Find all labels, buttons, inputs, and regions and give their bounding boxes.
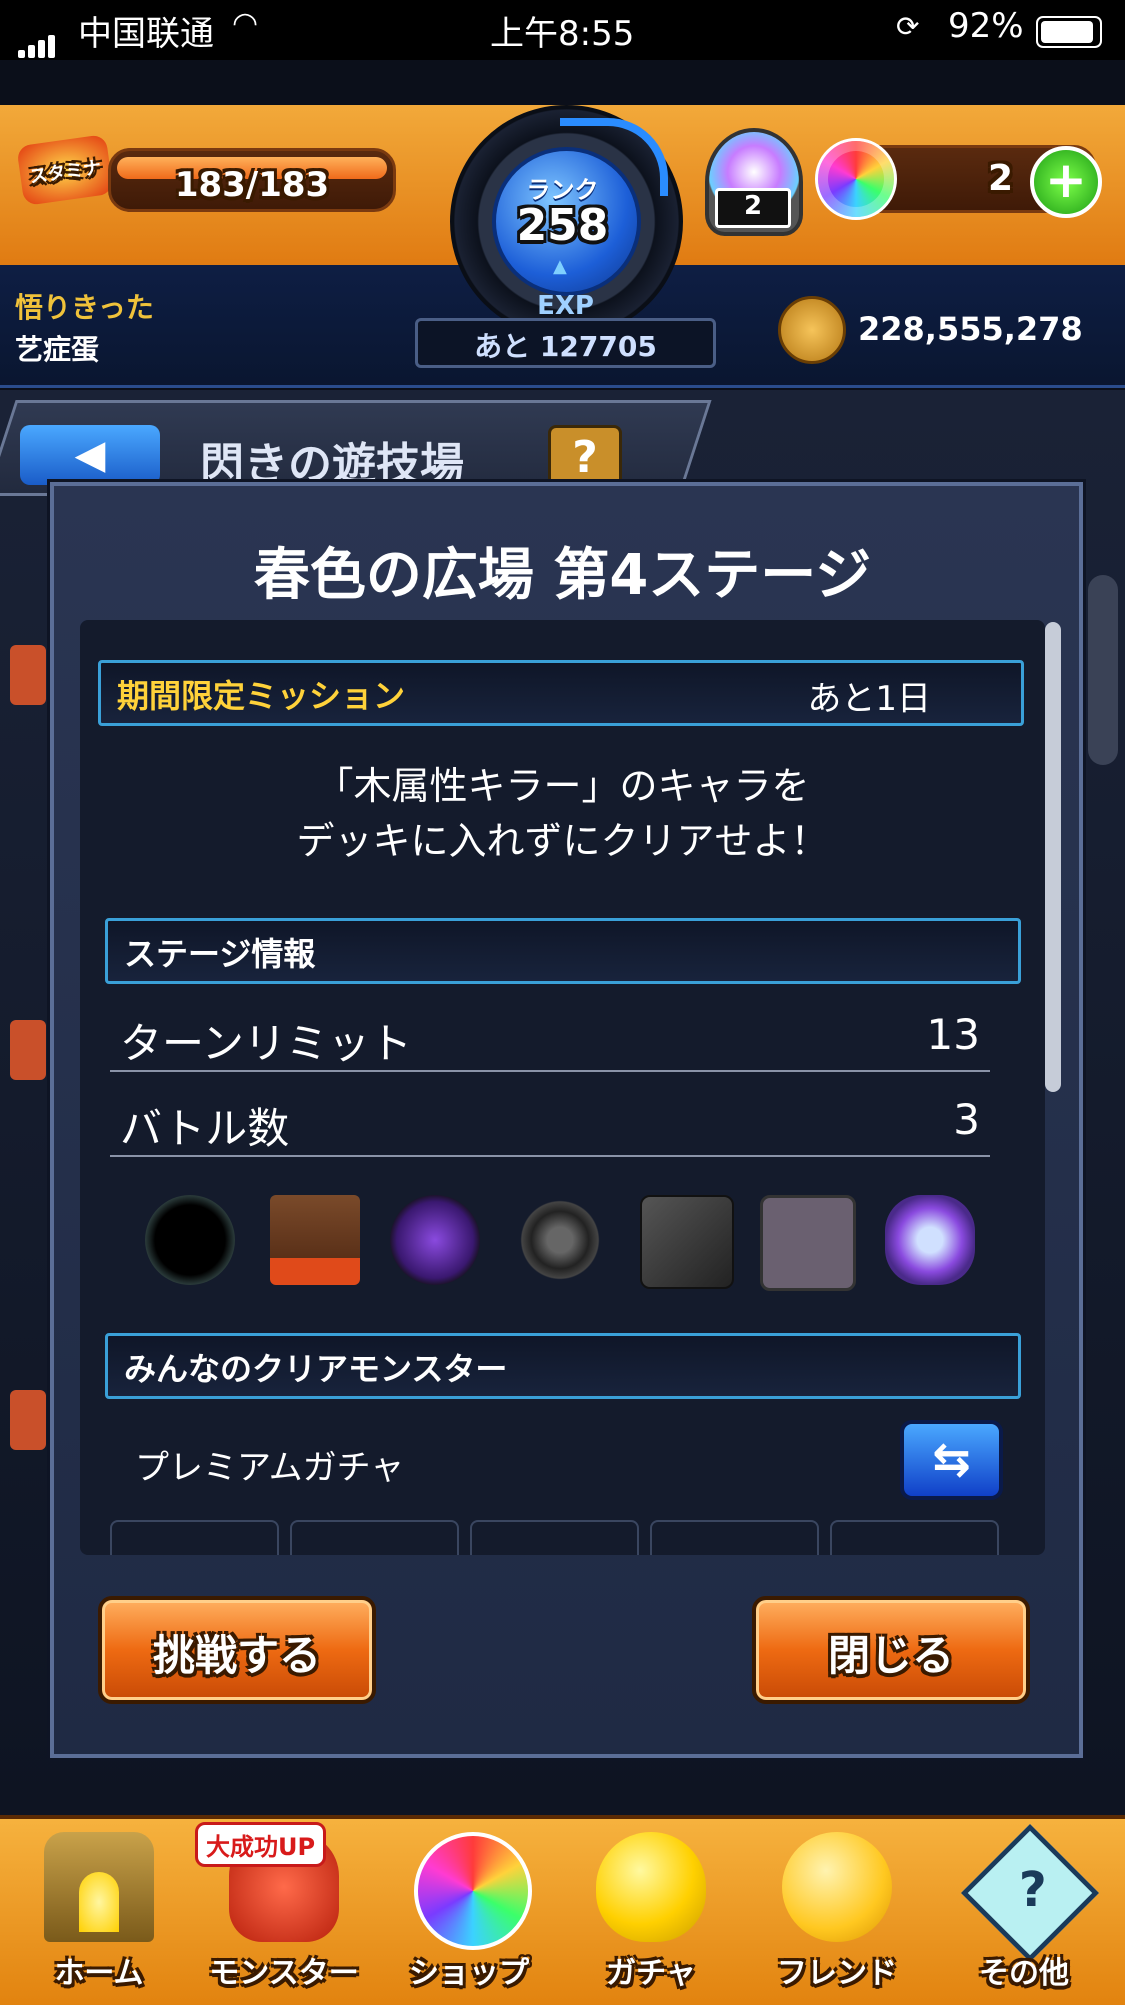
- battle-count-value: 3: [953, 1095, 980, 1144]
- back-arrow-icon: ◀: [74, 432, 106, 478]
- rank-value: 258: [516, 200, 609, 251]
- stage-info-header: ステージ情報: [105, 918, 1021, 984]
- clear-monsters-title: みんなのクリアモンスター: [124, 1350, 508, 1388]
- player-name: 艺症蛋: [15, 333, 100, 366]
- battle-count-label: バトル数: [120, 1104, 290, 1153]
- monster-slot[interactable]: [110, 1520, 279, 1555]
- dark-block-icon[interactable]: [640, 1195, 734, 1289]
- stage-details-panel: 期間限定ミッション あと1日 「木属性キラー」のキャラを デッキに入れずにクリア…: [80, 620, 1045, 1555]
- mission-text-line1: 「木属性キラー」のキャラを: [315, 764, 810, 808]
- mission-title: 期間限定ミッション: [117, 677, 406, 715]
- gacha-egg-icon: [596, 1832, 706, 1942]
- stamina-icon: スタミナ: [16, 134, 114, 206]
- clear-monsters-header: みんなのクリアモンスター: [105, 1333, 1021, 1399]
- monster-slot[interactable]: [470, 1520, 639, 1555]
- orb-count: 2: [987, 158, 1013, 199]
- close-button[interactable]: 閉じる: [752, 1596, 1030, 1704]
- gold-amount: 228,555,278: [858, 310, 1083, 348]
- rank-up-arrow-icon: ▲: [553, 256, 567, 277]
- turn-limit-value: 13: [926, 1010, 980, 1059]
- item-count: 2: [715, 188, 791, 228]
- background-scrollbar[interactable]: [1088, 575, 1118, 765]
- modal-title: 春色の広場 第4ステージ: [253, 543, 872, 608]
- exp-remaining: あと 127705: [474, 330, 657, 363]
- monster-slot[interactable]: [290, 1520, 459, 1555]
- panel-scrollbar[interactable]: [1045, 622, 1061, 1092]
- orb-icon: [815, 138, 897, 220]
- turn-limit-label: ターンリミット: [120, 1019, 412, 1068]
- bonus-badge: 大成功UP: [195, 1822, 327, 1867]
- background-tab: [10, 1390, 46, 1450]
- panel-trap-icon[interactable]: [760, 1195, 856, 1291]
- gacha-source-label: プレミアムガチャ: [135, 1448, 405, 1488]
- background-tab: [10, 645, 46, 705]
- player-title: 悟りきった: [15, 291, 154, 324]
- battle-count-row: バトル数 3: [110, 1085, 990, 1157]
- switch-gacha-button[interactable]: ⇆: [900, 1420, 1003, 1500]
- home-gate-icon: [44, 1832, 154, 1942]
- monster-slot[interactable]: [830, 1520, 999, 1555]
- purple-warp-icon[interactable]: [390, 1195, 480, 1285]
- stamina-bar: 183/183: [108, 148, 396, 212]
- black-hole-icon[interactable]: [145, 1195, 235, 1285]
- turn-limit-row: ターンリミット 13: [110, 1000, 990, 1072]
- gold-coin-icon: [778, 296, 846, 364]
- nav-shop[interactable]: ショップ: [380, 1822, 558, 1998]
- wifi-icon: ◠: [232, 6, 259, 41]
- battery-percent: 92%: [948, 6, 1024, 46]
- stage-info-title: ステージ情報: [124, 935, 316, 973]
- wood-block-flame-icon[interactable]: [270, 1195, 360, 1285]
- battery-icon: [1036, 16, 1102, 48]
- spiked-mine-icon[interactable]: [515, 1195, 605, 1285]
- background-tab: [10, 1020, 46, 1080]
- orb-shop-icon: [414, 1832, 532, 1950]
- add-orb-button[interactable]: +: [1030, 146, 1102, 218]
- signal-icon: [18, 18, 58, 58]
- friend-balloons-icon: [782, 1832, 892, 1942]
- nav-home[interactable]: ホーム: [10, 1822, 188, 1998]
- question-sign-icon: ?: [960, 1823, 1100, 1963]
- carrier-label: 中国联通: [78, 14, 214, 54]
- challenge-button[interactable]: 挑戦する: [98, 1596, 376, 1704]
- mission-text-line2: デッキに入れずにクリアせよ！: [296, 819, 829, 863]
- rotation-lock-icon: ⟳: [896, 10, 920, 43]
- monster-slot[interactable]: [650, 1520, 819, 1555]
- mission-header: 期間限定ミッション あと1日: [98, 660, 1024, 726]
- exp-box: EXP あと 127705: [415, 291, 716, 368]
- clock-robot-icon[interactable]: [885, 1195, 975, 1285]
- exp-label: EXP: [537, 291, 594, 321]
- back-button[interactable]: ◀: [20, 425, 160, 485]
- status-bar: 中国联通 ◠ 上午8:55 ⟳ 92%: [0, 0, 1125, 60]
- nav-monster[interactable]: 大成功UP モンスター: [195, 1822, 373, 1998]
- nav-gacha[interactable]: ガチャ: [562, 1822, 740, 1998]
- nav-other[interactable]: ? その他: [935, 1822, 1113, 1998]
- nav-friend[interactable]: フレンド: [748, 1822, 926, 1998]
- mission-remaining: あと1日: [807, 679, 931, 719]
- clock: 上午8:55: [490, 14, 635, 54]
